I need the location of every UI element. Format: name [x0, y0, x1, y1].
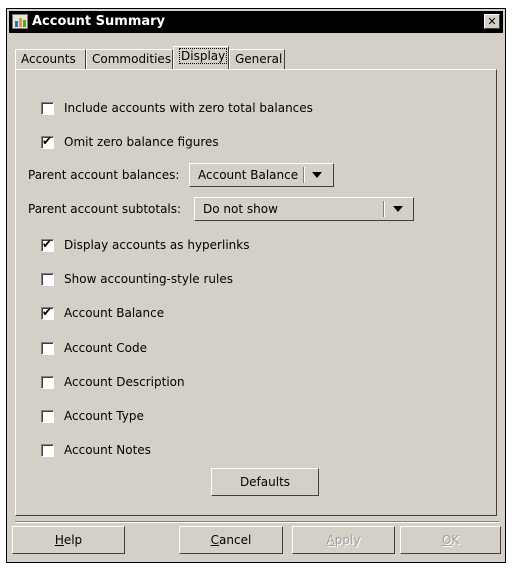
accounting-rules-checkbox-row[interactable]: Show accounting-style rules	[41, 271, 233, 287]
accounting-rules-label: Show accounting-style rules	[64, 272, 233, 286]
zero-total-checkbox[interactable]	[41, 101, 54, 115]
parent-balances-label: Parent account balances:	[28, 168, 180, 182]
app-icon	[12, 14, 28, 29]
parent-subtotals-label: Parent account subtotals:	[28, 202, 182, 216]
title-bar[interactable]: Account Summary ✕	[9, 11, 503, 33]
apply-mnemonic: A	[326, 533, 335, 547]
display-tab-panel: Include accounts with zero total balance…	[15, 69, 497, 516]
defaults-button[interactable]: Defaults	[211, 468, 319, 496]
tab-label: Commodities	[92, 52, 172, 66]
tab-commodities[interactable]: Commodities	[86, 49, 173, 69]
tab-general[interactable]: General	[229, 49, 285, 69]
chevron-down-icon	[393, 206, 403, 212]
tab-accounts[interactable]: Accounts	[15, 49, 86, 69]
account-type-checkbox-row[interactable]: Account Type	[41, 408, 144, 424]
chevron-down-icon	[312, 172, 322, 178]
tab-display[interactable]: Display	[173, 46, 229, 69]
account-notes-label: Account Notes	[64, 443, 151, 457]
account-balance-label: Account Balance	[64, 306, 165, 320]
ok-label: K	[451, 533, 460, 547]
close-icon[interactable]: ✕	[484, 14, 500, 29]
ok-mnemonic: O	[441, 533, 452, 547]
zero-total-checkbox-row[interactable]: Include accounts with zero total balance…	[41, 100, 313, 116]
account-balance-checkbox[interactable]: ✔	[41, 304, 54, 320]
check-icon: ✔	[42, 236, 53, 251]
cancel-mnemonic: C	[210, 533, 220, 547]
accounting-rules-checkbox[interactable]	[41, 272, 54, 286]
apply-label: pply	[334, 533, 361, 547]
tab-label: Display	[179, 48, 228, 64]
account-description-checkbox-row[interactable]: Account Description	[41, 374, 185, 390]
account-summary-dialog: Account Summary ✕ Accounts Commodities D…	[6, 8, 506, 563]
help-button[interactable]: Help	[12, 526, 125, 554]
help-label: elp	[63, 533, 83, 547]
tab-label: General	[235, 52, 283, 66]
ok-button[interactable]: OK	[400, 526, 501, 554]
footer-divider	[15, 521, 499, 523]
hyperlinks-checkbox-row[interactable]: ✔ Display accounts as hyperlinks	[41, 237, 249, 253]
account-description-checkbox[interactable]	[41, 375, 54, 389]
help-mnemonic: H	[54, 533, 64, 547]
account-type-label: Account Type	[64, 409, 144, 423]
hyperlinks-checkbox[interactable]: ✔	[41, 236, 54, 252]
omit-zero-checkbox-row[interactable]: ✔ Omit zero balance figures	[41, 134, 219, 150]
parent-balances-value: Account Balance	[198, 168, 299, 182]
account-code-checkbox[interactable]	[41, 341, 54, 355]
account-notes-checkbox-row[interactable]: Account Notes	[41, 442, 151, 458]
omit-zero-checkbox[interactable]: ✔	[41, 133, 54, 149]
cancel-button[interactable]: Cancel	[179, 526, 283, 554]
window-title: Account Summary	[32, 14, 166, 29]
parent-subtotals-dropdown[interactable]: Do not show	[194, 197, 414, 221]
account-balance-checkbox-row[interactable]: ✔ Account Balance	[41, 305, 164, 321]
parent-balances-dropdown[interactable]: Account Balance	[189, 163, 334, 187]
tab-label: Accounts	[21, 52, 76, 66]
apply-button[interactable]: Apply	[292, 526, 395, 554]
omit-zero-label: Omit zero balance figures	[64, 135, 219, 149]
cancel-label: ancel	[219, 533, 252, 547]
zero-total-label: Include accounts with zero total balance…	[64, 101, 313, 115]
hyperlinks-label: Display accounts as hyperlinks	[64, 238, 250, 252]
account-code-label: Account Code	[64, 341, 147, 355]
parent-subtotals-value: Do not show	[203, 202, 278, 216]
check-icon: ✔	[42, 133, 53, 148]
account-description-label: Account Description	[64, 375, 185, 389]
account-notes-checkbox[interactable]	[41, 443, 54, 457]
account-code-checkbox-row[interactable]: Account Code	[41, 340, 147, 356]
account-type-checkbox[interactable]	[41, 409, 54, 423]
check-icon: ✔	[42, 304, 53, 319]
